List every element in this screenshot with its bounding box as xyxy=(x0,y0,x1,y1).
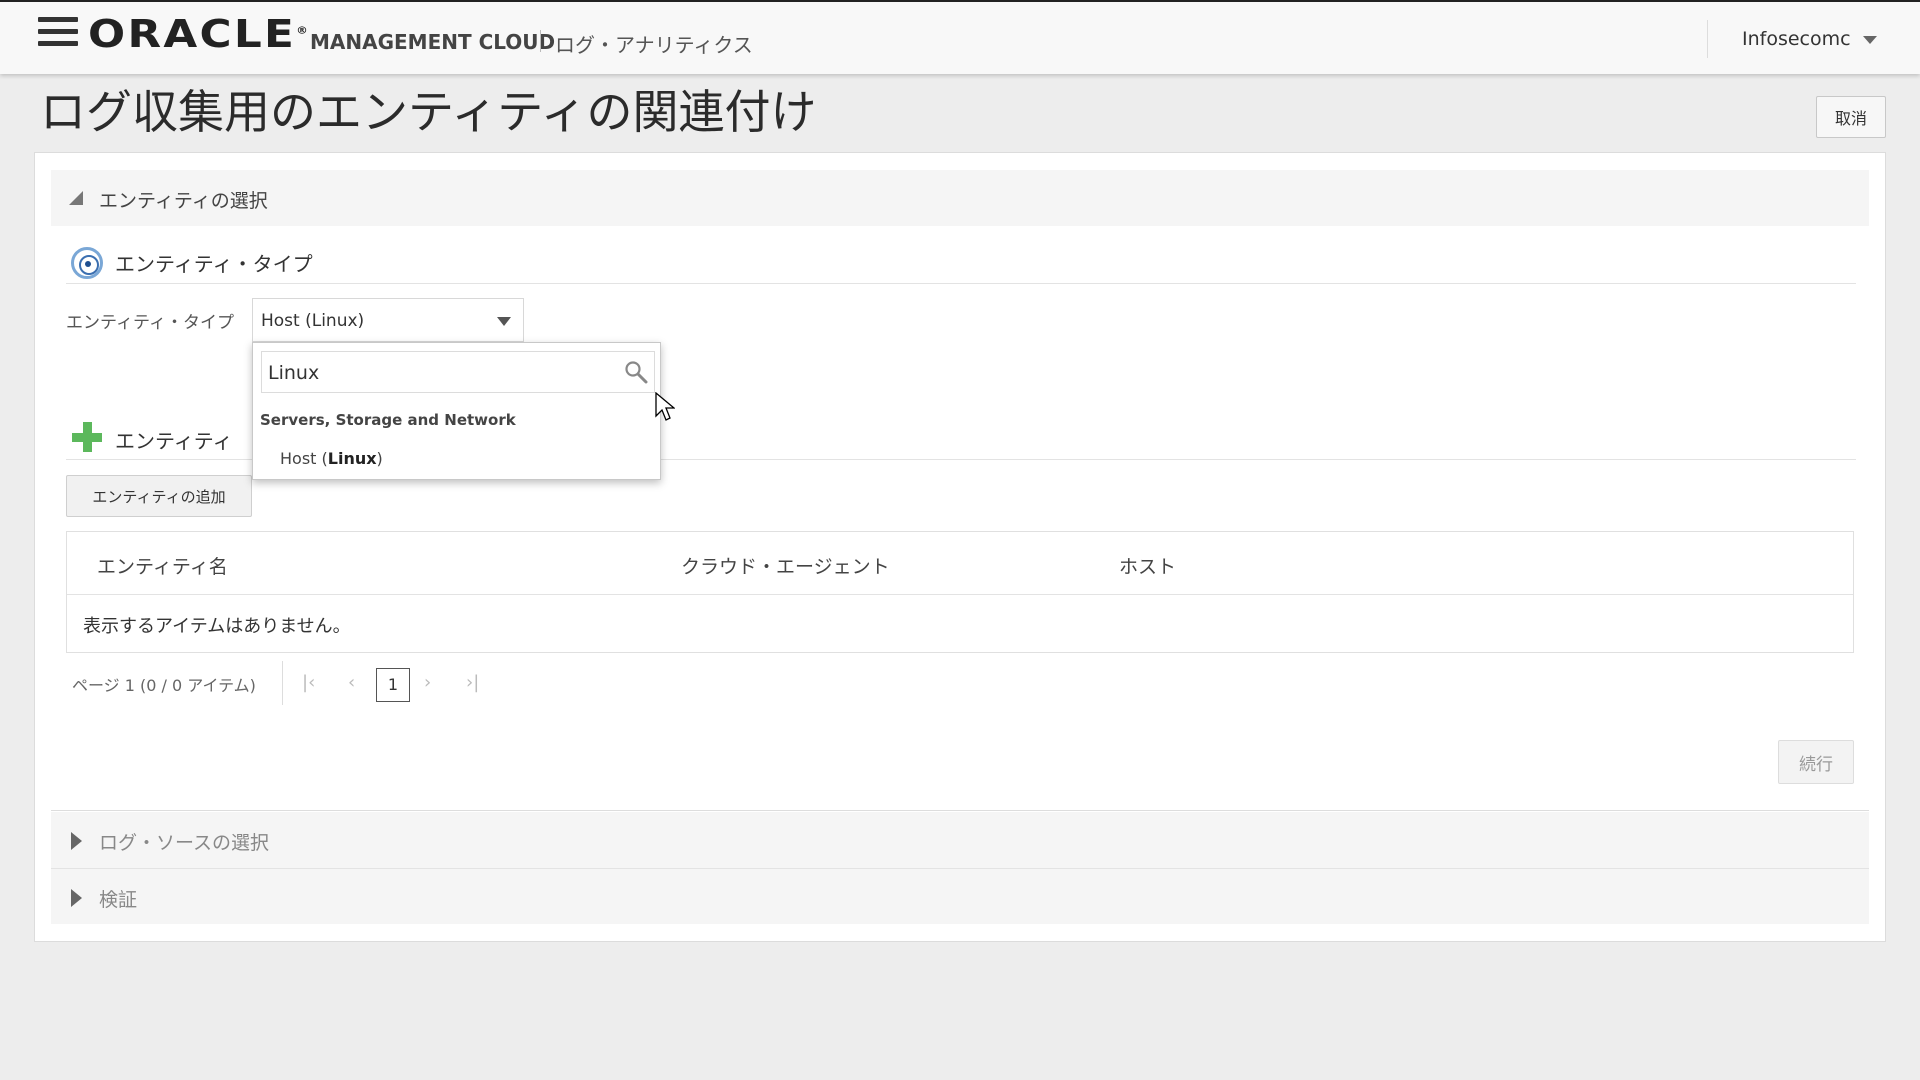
entity-type-selected-value: Host (Linux) xyxy=(261,311,365,331)
collapse-triangle-icon xyxy=(69,191,83,205)
first-page-icon[interactable]: |‹ xyxy=(302,672,315,693)
expand-triangle-icon xyxy=(71,832,82,850)
option-suffix: ) xyxy=(376,449,383,468)
entities-heading: エンティティ xyxy=(115,429,233,453)
user-divider xyxy=(1707,20,1708,58)
option-match: Linux xyxy=(327,449,377,468)
add-entity-button[interactable]: エンティティの追加 xyxy=(66,475,252,517)
accordion-validate[interactable]: 検証 xyxy=(51,868,1869,924)
entity-type-label: エンティティ・タイプ xyxy=(66,313,234,333)
chevron-down-icon xyxy=(1862,35,1877,44)
service-name: ログ・アナリティクス xyxy=(555,33,753,57)
entities-table: エンティティ名 クラウド・エージェント ホスト 表示するアイテムはありません。 xyxy=(66,531,1854,653)
target-icon xyxy=(71,247,103,279)
entity-type-select[interactable]: Host (Linux) xyxy=(252,298,524,342)
accordion-label: ログ・ソースの選択 xyxy=(99,832,270,854)
search-icon[interactable] xyxy=(624,360,648,384)
current-page-number[interactable]: 1 xyxy=(376,668,410,702)
cancel-button[interactable]: 取消 xyxy=(1816,96,1886,138)
user-menu[interactable]: Infosecomc xyxy=(1742,28,1877,50)
user-name: Infosecomc xyxy=(1742,28,1851,50)
oracle-logo: ORACLE® xyxy=(88,12,311,56)
empty-table-message: 表示するアイテムはありません。 xyxy=(83,616,351,637)
header-divider xyxy=(540,30,541,52)
option-prefix: Host ( xyxy=(280,449,328,468)
product-name: MANAGEMENT CLOUD xyxy=(310,30,556,54)
hamburger-menu-icon[interactable] xyxy=(38,17,78,51)
column-header-entity-name[interactable]: エンティティ名 xyxy=(97,552,228,579)
divider xyxy=(51,810,1869,811)
plus-icon xyxy=(72,422,102,452)
divider xyxy=(66,283,1856,284)
column-header-cloud-agent[interactable]: クラウド・エージェント xyxy=(681,552,890,579)
dropdown-search-box xyxy=(261,351,655,393)
pagination-info: ページ 1 (0 / 0 アイテム) xyxy=(72,676,256,695)
last-page-icon[interactable]: ›| xyxy=(466,672,479,693)
accordion-label: エンティティの選択 xyxy=(99,190,268,212)
pagination-divider xyxy=(282,661,283,705)
dropdown-arrow-icon xyxy=(497,317,511,326)
entity-type-dropdown: Servers, Storage and Network Host (Linux… xyxy=(252,342,661,480)
dropdown-search-input[interactable] xyxy=(268,358,608,388)
mouse-cursor-icon xyxy=(655,392,675,421)
table-header-divider xyxy=(67,594,1853,595)
previous-page-icon[interactable]: ‹ xyxy=(348,672,355,693)
next-page-icon[interactable]: › xyxy=(424,672,431,693)
option-group-label: Servers, Storage and Network xyxy=(260,411,516,429)
page-title: ログ収集用のエンティティの関連付け xyxy=(40,85,817,139)
accordion-label: 検証 xyxy=(99,889,138,911)
accordion-log-source-select[interactable]: ログ・ソースの選択 xyxy=(51,812,1869,868)
accordion-entity-select[interactable]: エンティティの選択 xyxy=(51,170,1869,226)
top-bar: ORACLE® MANAGEMENT CLOUD ログ・アナリティクス Info… xyxy=(0,0,1920,74)
expand-triangle-icon xyxy=(71,889,82,907)
column-header-host[interactable]: ホスト xyxy=(1119,552,1176,579)
continue-button[interactable]: 続行 xyxy=(1778,740,1854,784)
option-host-linux[interactable]: Host (Linux) xyxy=(280,449,383,468)
entity-type-heading: エンティティ・タイプ xyxy=(115,252,313,276)
